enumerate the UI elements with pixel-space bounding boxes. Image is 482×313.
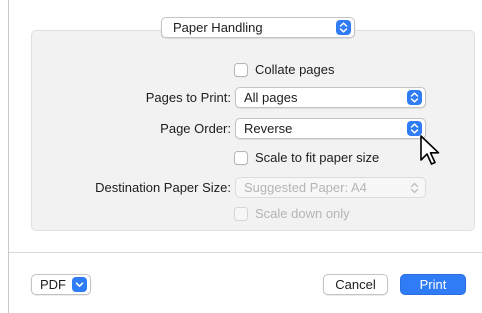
footer-divider: [9, 252, 482, 253]
collate-pages-checkbox[interactable]: [234, 62, 248, 77]
section-select-value: Paper Handling: [173, 20, 263, 35]
scale-to-fit-row[interactable]: Scale to fit paper size: [234, 150, 379, 165]
page-order-label: Page Order:: [160, 121, 231, 136]
print-dialog: Paper Handling Collate pages Pages to Pr…: [8, 0, 482, 313]
destination-paper-size-popup[interactable]: Suggested Paper: A4: [235, 177, 426, 198]
up-down-chevron-icon: [410, 182, 419, 197]
scale-down-only-row[interactable]: Scale down only: [234, 206, 350, 221]
page-order-value: Reverse: [244, 121, 293, 136]
scale-to-fit-checkbox[interactable]: [234, 150, 248, 165]
destination-paper-size-value: Suggested Paper: A4: [244, 180, 367, 195]
up-down-chevron-icon: [407, 90, 422, 105]
scale-to-fit-label: Scale to fit paper size: [255, 150, 380, 165]
collate-pages-row[interactable]: Collate pages: [234, 62, 335, 77]
scale-down-only-label: Scale down only: [255, 206, 350, 221]
scale-down-only-checkbox[interactable]: [234, 206, 248, 221]
cancel-button[interactable]: Cancel: [323, 274, 388, 295]
pdf-menu-button[interactable]: PDF: [31, 274, 91, 295]
pages-to-print-popup[interactable]: All pages: [235, 87, 426, 108]
pages-to-print-label: Pages to Print:: [145, 90, 231, 105]
print-button[interactable]: Print: [400, 274, 466, 295]
chevron-down-icon: [72, 277, 87, 292]
pages-to-print-value: All pages: [244, 90, 298, 105]
collate-pages-label: Collate pages: [255, 62, 335, 77]
mouse-pointer-icon: [419, 134, 441, 171]
destination-paper-size-label: Destination Paper Size:: [95, 180, 231, 195]
section-select-popup[interactable]: Paper Handling: [161, 17, 355, 38]
page-order-popup[interactable]: Reverse: [235, 118, 426, 139]
pdf-button-label: PDF: [40, 277, 66, 292]
up-down-chevron-icon: [336, 20, 351, 35]
